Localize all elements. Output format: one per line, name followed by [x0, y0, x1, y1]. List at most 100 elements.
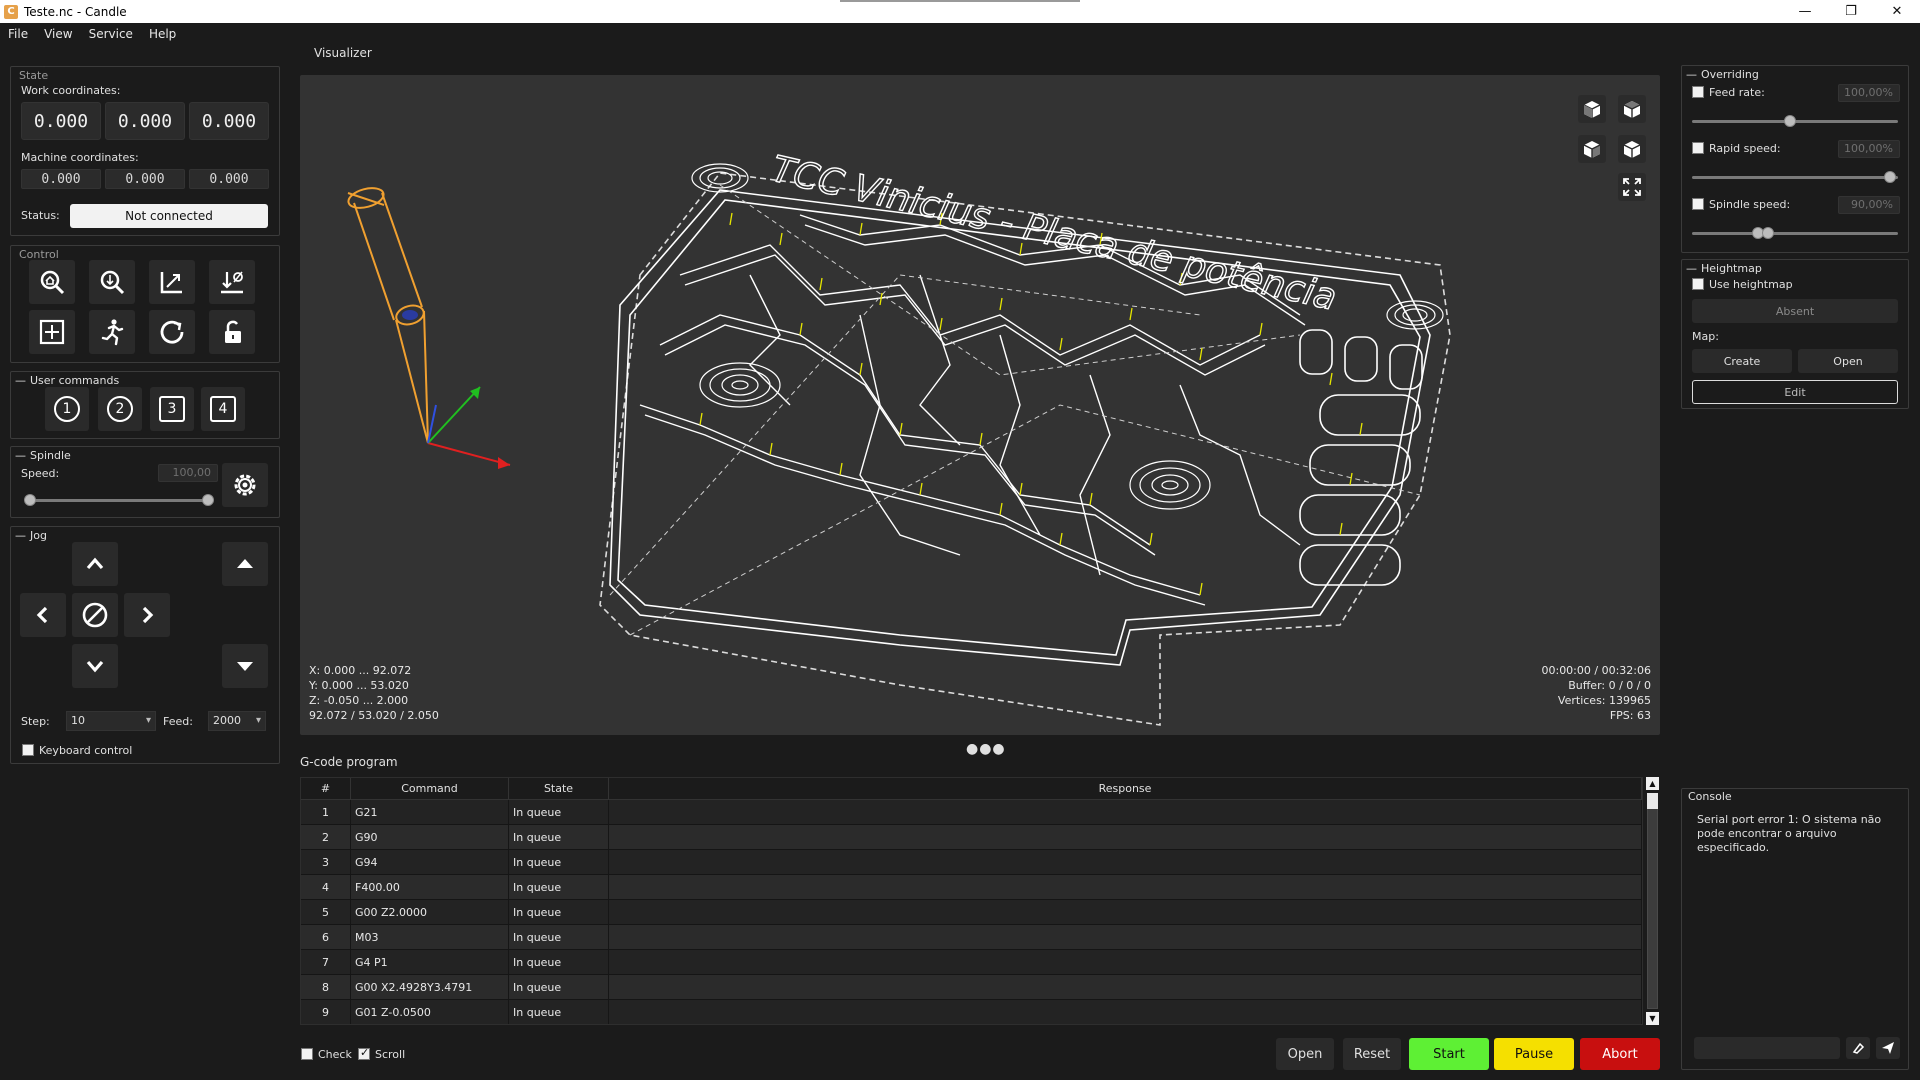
unlock-icon	[225, 320, 241, 343]
check-mode-checkbox[interactable]	[301, 1048, 313, 1060]
heightmap-edit-button[interactable]: Edit	[1692, 380, 1898, 404]
spindle-toggle-button[interactable]	[222, 463, 268, 507]
gcode-scrollbar[interactable]: ▲ ▼	[1645, 777, 1660, 1025]
view-top-button[interactable]	[1618, 95, 1646, 123]
zero-xy-button[interactable]	[149, 260, 195, 304]
bounds-y: Y: 0.000 ... 53.020	[309, 679, 409, 692]
restore-origin-button[interactable]	[29, 310, 75, 354]
scroll-track[interactable]	[1647, 793, 1658, 1009]
col-response-header[interactable]: Response	[609, 778, 1642, 799]
table-row[interactable]: 8 G00 X2.4928Y3.4791 In queue	[301, 975, 1642, 1000]
reset-button[interactable]	[149, 310, 195, 354]
feed-rate-slider-handle[interactable]	[1784, 115, 1796, 127]
jog-z-plus-button[interactable]	[222, 542, 268, 586]
step-combo[interactable]: 10	[66, 711, 156, 731]
rapid-speed-slider-handle[interactable]	[1884, 171, 1896, 183]
abort-button[interactable]: Abort	[1580, 1038, 1660, 1070]
jog-z-minus-button[interactable]	[222, 644, 268, 688]
feed-rate-checkbox[interactable]	[1692, 86, 1704, 98]
jog-stop-button[interactable]	[72, 593, 118, 637]
feed-combo[interactable]: 2000	[208, 711, 266, 731]
open-file-button[interactable]: Open	[1276, 1038, 1334, 1070]
rapid-speed-field[interactable]: 100,00%	[1838, 140, 1900, 158]
cube-left-icon	[1583, 141, 1601, 158]
zero-z-button[interactable]	[209, 260, 255, 304]
zero-xy-icon	[160, 272, 182, 294]
table-row[interactable]: 5 G00 Z2.0000 In queue	[301, 900, 1642, 925]
spindle-speed-field[interactable]: 100,00	[158, 464, 218, 482]
spindle-override-slider-handle-2[interactable]	[1762, 227, 1774, 239]
reset-program-button[interactable]: Reset	[1343, 1038, 1401, 1070]
menu-file[interactable]: File	[0, 27, 36, 41]
jog-title: Jog	[15, 529, 47, 542]
console-command-input[interactable]	[1694, 1037, 1840, 1059]
fit-view-button[interactable]	[1618, 173, 1646, 201]
spindle-speed-override-label: Spindle speed:	[1709, 198, 1791, 211]
title-indicator	[840, 0, 1080, 2]
probe-z-button[interactable]	[89, 260, 135, 304]
heightmap-create-button[interactable]: Create	[1692, 349, 1792, 373]
table-row[interactable]: 9 G01 Z-0.0500 In queue	[301, 1000, 1642, 1024]
use-heightmap-checkbox[interactable]	[1692, 278, 1704, 290]
pause-button[interactable]: Pause	[1494, 1038, 1574, 1070]
menu-help[interactable]: Help	[141, 27, 184, 41]
minimize-button[interactable]: —	[1782, 0, 1828, 23]
table-row[interactable]: 3 G94 In queue	[301, 850, 1642, 875]
visualizer-canvas[interactable]: TCC Vinicius - Placa de potência X: 0.00…	[300, 75, 1660, 735]
console-clear-button[interactable]	[1846, 1037, 1870, 1059]
col-command-header[interactable]: Command	[351, 778, 509, 799]
scroll-thumb[interactable]	[1647, 793, 1658, 809]
chevron-up-icon	[86, 557, 104, 570]
table-row[interactable]: 7 G4 P1 In queue	[301, 950, 1642, 975]
user-command-3-button[interactable]: 3	[150, 387, 194, 431]
home-button[interactable]	[29, 260, 75, 304]
jog-y-minus-button[interactable]	[72, 644, 118, 688]
heightmap-absent-button[interactable]: Absent	[1692, 299, 1898, 323]
jog-x-plus-button[interactable]	[124, 593, 170, 637]
console-send-button[interactable]	[1876, 1037, 1900, 1059]
console-title: Console	[1688, 790, 1732, 803]
splitter-handle[interactable]: ●●●	[966, 741, 1006, 757]
user-command-2-button[interactable]: 2	[98, 387, 142, 431]
table-row[interactable]: 2 G90 In queue	[301, 825, 1642, 850]
spindle-slider-min-handle[interactable]	[24, 494, 36, 506]
view-left-button[interactable]	[1578, 135, 1606, 163]
spindle-speed-override-field[interactable]: 90,00%	[1838, 196, 1900, 214]
menu-service[interactable]: Service	[81, 27, 141, 41]
start-button[interactable]: Start	[1409, 1038, 1489, 1070]
buffer-readout: Buffer: 0 / 0 / 0	[1568, 679, 1651, 692]
heightmap-open-button[interactable]: Open	[1798, 349, 1898, 373]
close-button[interactable]: ✕	[1874, 0, 1920, 23]
table-row[interactable]: 6 M03 In queue	[301, 925, 1642, 950]
view-iso-button[interactable]	[1618, 135, 1646, 163]
rapid-speed-label: Rapid speed:	[1709, 142, 1781, 155]
user-command-4-button[interactable]: 4	[201, 387, 245, 431]
feed-rate-field[interactable]: 100,00%	[1838, 84, 1900, 102]
table-row[interactable]: 4 F400.00 In queue	[301, 875, 1642, 900]
spindle-speed-checkbox[interactable]	[1692, 198, 1704, 210]
jog-x-minus-button[interactable]	[20, 593, 66, 637]
rapid-speed-checkbox[interactable]	[1692, 142, 1704, 154]
rapid-speed-slider[interactable]	[1692, 176, 1898, 179]
spindle-speed-slider[interactable]	[26, 499, 214, 502]
keyboard-control-checkbox[interactable]	[22, 744, 34, 756]
view-front-button[interactable]	[1578, 95, 1606, 123]
jog-y-plus-button[interactable]	[72, 542, 118, 586]
table-row[interactable]: 1 G21 In queue	[301, 800, 1642, 825]
restore-button[interactable]: ❐	[1828, 0, 1874, 23]
col-state-header[interactable]: State	[509, 778, 609, 799]
user-command-1-button[interactable]: 1	[45, 387, 89, 431]
scroll-down-arrow-icon[interactable]: ▼	[1646, 1012, 1659, 1025]
col-number-header[interactable]: #	[301, 778, 351, 799]
menu-view[interactable]: View	[36, 27, 80, 41]
unlock-button[interactable]	[209, 310, 255, 354]
spindle-slider-handle[interactable]	[202, 494, 214, 506]
autoscroll-checkbox[interactable]	[358, 1046, 370, 1060]
spindle-speed-override-slider[interactable]	[1692, 232, 1898, 235]
use-heightmap-label: Use heightmap	[1709, 278, 1793, 291]
check-mode-label: Check	[318, 1048, 352, 1061]
visualizer-stats-info: 00:00:00 / 00:32:06 Buffer: 0 / 0 / 0 Ve…	[1541, 663, 1651, 723]
triangle-down-icon	[237, 662, 253, 671]
scroll-up-arrow-icon[interactable]: ▲	[1646, 777, 1659, 790]
safe-position-button[interactable]	[89, 310, 135, 354]
